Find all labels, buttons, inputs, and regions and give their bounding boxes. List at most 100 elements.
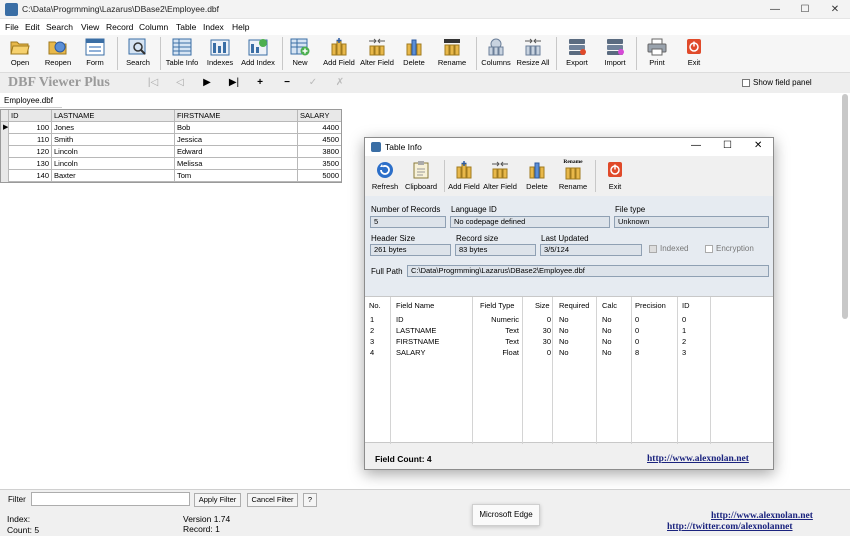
grid-cell[interactable]: 3500 [298, 158, 341, 170]
field-list-header[interactable]: ID [682, 301, 690, 310]
dialog-website-link[interactable]: http://www.alexnolan.net [647, 454, 749, 464]
table-row[interactable]: 120 Lincoln Edward 3800 [1, 146, 341, 158]
grid-cell[interactable]: Baxter [52, 170, 175, 182]
nav-cancel-button[interactable]: ✗ [331, 76, 349, 90]
grid-cell[interactable]: 100 [9, 122, 52, 134]
grid-cell[interactable]: 140 [9, 170, 52, 182]
cancel-filter-button[interactable]: Cancel Filter [247, 493, 298, 507]
menu-file[interactable]: File [5, 22, 19, 32]
filter-help-button[interactable]: ? [303, 493, 317, 507]
grid-cell[interactable]: 110 [9, 134, 52, 146]
grid-cell[interactable]: Smith [52, 134, 175, 146]
grid-cell[interactable]: Jessica [175, 134, 298, 146]
menu-index[interactable]: Index [203, 22, 224, 32]
close-button[interactable]: ✕ [820, 0, 850, 19]
new-button[interactable]: New [285, 35, 315, 71]
filter-input[interactable] [31, 492, 190, 506]
nav-next-button[interactable]: ▶ [198, 76, 216, 90]
reopen-button[interactable]: Reopen [40, 35, 76, 71]
grid-cell[interactable]: Melissa [175, 158, 298, 170]
dialog-minimize-button[interactable]: — [691, 140, 701, 151]
grid-cell[interactable]: 4500 [298, 134, 341, 146]
field-list-header[interactable]: No. [369, 301, 381, 310]
vertical-scrollbar[interactable] [842, 94, 848, 319]
dialog-add-field-button[interactable]: Add Field [447, 159, 481, 193]
grid-cell[interactable]: 120 [9, 146, 52, 158]
columns-button[interactable]: Columns [479, 35, 513, 71]
nav-delete-button[interactable]: − [278, 76, 296, 90]
twitter-link[interactable]: http://twitter.com/alexnolannet [667, 522, 793, 532]
field-list-header[interactable]: Field Type [480, 301, 514, 310]
alter-field-button[interactable]: Alter Field [359, 35, 395, 71]
nav-post-button[interactable]: ✓ [304, 76, 322, 90]
refresh-button[interactable]: Refresh [369, 159, 401, 193]
field-list-header[interactable]: Calc [602, 301, 617, 310]
indexes-button[interactable]: Indexes [203, 35, 237, 71]
table-info-button[interactable]: Table Info [163, 35, 201, 71]
grid-cell[interactable]: Lincoln [52, 158, 175, 170]
maximize-button[interactable]: ☐ [790, 0, 820, 19]
website-link[interactable]: http://www.alexnolan.net [711, 511, 813, 521]
dialog-delete-field-button[interactable]: Delete [521, 159, 553, 193]
menu-table[interactable]: Table [176, 22, 196, 32]
grid-column-header[interactable]: LASTNAME [52, 110, 175, 122]
grid-cell[interactable]: 5000 [298, 170, 341, 182]
field-list-header[interactable]: Required [559, 301, 589, 310]
search-button[interactable]: Search [121, 35, 155, 71]
nav-insert-button[interactable]: + [251, 76, 269, 90]
add-field-button[interactable]: Add Field [320, 35, 358, 71]
resize-all-button[interactable]: Resize All [515, 35, 551, 71]
table-row[interactable]: ▶ 100 Jones Bob 4400 [1, 122, 341, 134]
dialog-rename-field-button[interactable]: Rename Rename [556, 159, 590, 193]
file-tab[interactable]: Employee.dbf [0, 94, 62, 108]
grid-column-header[interactable]: FIRSTNAME [175, 110, 298, 122]
apply-filter-button[interactable]: Apply Filter [194, 493, 241, 507]
minimize-button[interactable]: — [760, 0, 790, 19]
clipboard-button[interactable]: Clipboard [404, 159, 438, 193]
nav-last-button[interactable]: ▶| [225, 76, 243, 90]
field-row[interactable]: 1 ID Numeric 0 No No 0 0 [365, 315, 773, 326]
menu-search[interactable]: Search [46, 22, 73, 32]
menu-view[interactable]: View [81, 22, 99, 32]
grid-cell[interactable]: 3800 [298, 146, 341, 158]
nav-prior-button[interactable]: ◁ [171, 76, 189, 90]
dialog-exit-button[interactable]: Exit [599, 159, 631, 193]
grid-cell[interactable]: Bob [175, 122, 298, 134]
field-row[interactable]: 4 SALARY Float 0 No No 8 3 [365, 348, 773, 359]
menu-record[interactable]: Record [106, 22, 133, 32]
grid-cell[interactable]: Tom [175, 170, 298, 182]
field-list-header[interactable]: Size [535, 301, 550, 310]
open-button[interactable]: Open [2, 35, 38, 71]
table-row[interactable]: 130 Lincoln Melissa 3500 [1, 158, 341, 170]
grid-cell[interactable]: 130 [9, 158, 52, 170]
add-index-button[interactable]: Add Index [239, 35, 277, 71]
dialog-maximize-button[interactable]: ☐ [723, 140, 732, 151]
menu-help[interactable]: Help [232, 22, 249, 32]
field-row[interactable]: 2 LASTNAME Text 30 No No 0 1 [365, 326, 773, 337]
print-button[interactable]: Print [641, 35, 673, 71]
export-button[interactable]: Export [560, 35, 594, 71]
nav-first-button[interactable]: |◁ [144, 76, 162, 90]
import-button[interactable]: Import [598, 35, 632, 71]
grid-cell[interactable]: 4400 [298, 122, 341, 134]
show-field-panel-checkbox[interactable] [742, 79, 750, 87]
field-row[interactable]: 3 FIRSTNAME Text 30 No No 0 2 [365, 337, 773, 348]
field-list-header[interactable]: Precision [635, 301, 666, 310]
delete-field-button[interactable]: Delete [398, 35, 430, 71]
dialog-alter-field-button[interactable]: Alter Field [482, 159, 518, 193]
rename-field-button[interactable]: Rename [433, 35, 471, 71]
form-button[interactable]: Form [78, 35, 112, 71]
grid-cell[interactable]: Lincoln [52, 146, 175, 158]
grid-cell[interactable]: Jones [52, 122, 175, 134]
grid-column-header[interactable]: SALARY [298, 110, 341, 122]
dialog-close-button[interactable]: ✕ [754, 140, 762, 151]
field-list-header[interactable]: Field Name [396, 301, 434, 310]
exit-button[interactable]: Exit [678, 35, 710, 71]
menu-edit[interactable]: Edit [25, 22, 40, 32]
encryption-checkbox[interactable] [705, 245, 713, 253]
grid-column-header[interactable]: ID [9, 110, 52, 122]
table-row[interactable]: 110 Smith Jessica 4500 [1, 134, 341, 146]
indexed-checkbox[interactable] [649, 245, 657, 253]
menu-column[interactable]: Column [139, 22, 168, 32]
table-row[interactable]: 140 Baxter Tom 5000 [1, 170, 341, 182]
